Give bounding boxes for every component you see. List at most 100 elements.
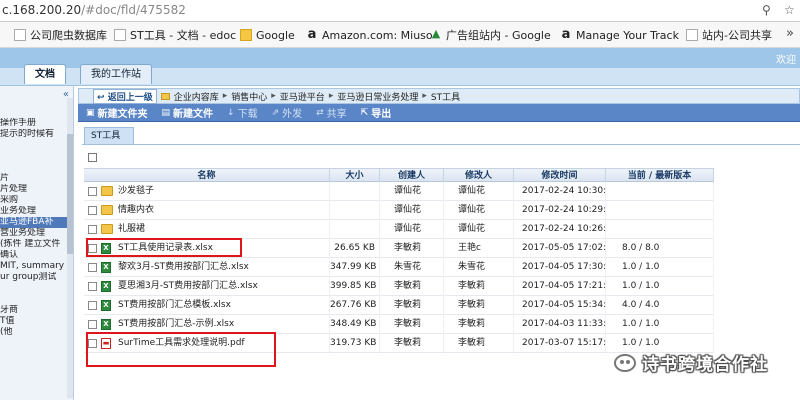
sidebar-item[interactable] xyxy=(0,294,70,305)
address-bar[interactable]: c.168.200.20/#doc/fld/475582 ⚲ ☆ xyxy=(0,0,800,22)
table-row[interactable]: 情趣内衣 谭仙花 谭仙花 2017-02-24 10:29:... xyxy=(84,201,714,220)
search-icon[interactable]: ⚲ xyxy=(762,3,771,17)
back-button[interactable]: ↩ 返回上一级 xyxy=(93,88,157,104)
share-label: 共享 xyxy=(326,109,347,120)
table-row[interactable]: 沙发毯子 谭仙花 谭仙花 2017-02-24 10:30:... xyxy=(84,182,714,201)
share-button[interactable]: ⇄ 共享 xyxy=(316,105,347,121)
file-version: 8.0 / 8.0 xyxy=(606,239,714,258)
folder-tab[interactable]: ST工具 xyxy=(84,127,134,144)
row-checkbox[interactable] xyxy=(88,187,97,196)
external-send-button[interactable]: ⇗ 外发 xyxy=(272,105,303,121)
sidebar-item[interactable]: T值 xyxy=(0,316,70,327)
row-checkbox[interactable] xyxy=(88,282,97,291)
sidebar-item[interactable]: 采购 xyxy=(0,195,70,206)
sidebar-item[interactable]: ur group测试 xyxy=(0,272,70,283)
sidebar-item[interactable]: 牙商 xyxy=(0,305,70,316)
tab-my-workstation[interactable]: 我的工作站 xyxy=(80,64,152,84)
sidebar-item[interactable]: 操作手册 xyxy=(0,118,70,129)
bookmark-star-icon[interactable]: ☆ xyxy=(784,3,795,17)
external-label: 外发 xyxy=(282,109,303,120)
breadcrumb-separator: ▸ xyxy=(422,91,427,101)
bookmark-label: 广告组站内 - Google xyxy=(446,29,551,42)
sidebar-item[interactable]: (他 xyxy=(0,327,70,338)
bookmark-label: Amazon.com: Miuso xyxy=(322,28,433,42)
file-name[interactable]: 夏思湘3月-ST费用按部门汇总.xlsx xyxy=(116,277,330,296)
breadcrumb: ↩ 返回上一级 企业内容库 ▸ 销售中心 ▸ 亚马逊平台 ▸ 亚马逊日常业务处理… xyxy=(78,88,800,104)
sidebar-item[interactable] xyxy=(0,140,70,151)
table-row[interactable]: 礼服裙 谭仙花 谭仙花 2017-02-24 10:26:... xyxy=(84,220,714,239)
column-header-mtime[interactable]: 修改时间 xyxy=(514,169,606,183)
file-version xyxy=(606,220,714,239)
row-checkbox[interactable] xyxy=(88,320,97,329)
share-icon: ⇄ xyxy=(316,107,324,118)
file-modified-time: 2017-04-03 11:33:27 xyxy=(514,315,606,334)
sidebar-item[interactable]: 片 xyxy=(0,173,70,184)
bookmark-item[interactable]: a Amazon.com: Miuso xyxy=(306,27,433,43)
table-row[interactable]: X 黎欢3月-ST费用按部门汇总.xlsx 347.99 KB 朱雪花 朱雪花 2017-… xyxy=(84,258,714,277)
scrollbar-thumb[interactable] xyxy=(67,134,73,254)
excel-file-icon: X xyxy=(101,262,111,273)
export-label: 导出 xyxy=(371,109,392,120)
file-name[interactable]: 情趣内衣 xyxy=(116,201,330,220)
select-all-checkbox[interactable] xyxy=(88,153,97,162)
sidebar-item[interactable] xyxy=(0,151,70,162)
column-header-creator[interactable]: 创建人 xyxy=(380,169,444,183)
page-icon xyxy=(686,29,698,41)
column-header-modifier[interactable]: 修改人 xyxy=(444,169,514,183)
bookmark-item[interactable]: a Manage Your Track xyxy=(560,27,679,43)
breadcrumb-item[interactable]: 销售中心 xyxy=(231,90,267,103)
export-button[interactable]: ⇱ 导出 xyxy=(361,105,392,121)
new-folder-button[interactable]: ▣ 新建文件夹 xyxy=(86,105,148,121)
breadcrumb-separator: ▸ xyxy=(222,91,228,101)
more-bookmarks-icon[interactable]: » xyxy=(786,26,794,41)
bookmark-item[interactable]: 站内-公司共享 xyxy=(686,27,772,43)
table-row[interactable]: X ST费用按部门汇总模板.xlsx 267.76 KB 李敏莉 李敏莉 2017-04-… xyxy=(84,296,714,315)
table-row[interactable]: X 夏思湘3月-ST费用按部门汇总.xlsx 399.85 KB 李敏莉 李敏莉 2017… xyxy=(84,277,714,296)
url-text[interactable]: c.168.200.20/#doc/fld/475582 xyxy=(2,3,186,17)
highlight-box xyxy=(86,238,242,257)
column-header-size[interactable]: 大小 xyxy=(330,169,380,183)
sidebar-item[interactable] xyxy=(0,162,70,173)
page-icon xyxy=(14,29,26,41)
file-name[interactable]: ST费用按部门汇总模板.xlsx xyxy=(116,296,330,315)
file-modified-time: 2017-04-05 17:21:... xyxy=(514,277,606,296)
download-button[interactable]: ↓ 下载 xyxy=(227,105,258,121)
sidebar-item[interactable]: MIT, summary xyxy=(0,261,70,272)
sidebar-item[interactable]: 片处理 xyxy=(0,184,70,195)
new-file-button[interactable]: ▤ 新建文件 xyxy=(162,105,214,121)
file-name[interactable]: 黎欢3月-ST费用按部门汇总.xlsx xyxy=(116,258,330,277)
amazon-icon: a xyxy=(561,27,571,42)
url-path: /#doc/fld/475582 xyxy=(81,3,186,17)
row-checkbox[interactable] xyxy=(88,263,97,272)
sidebar-item[interactable] xyxy=(0,283,70,294)
new-file-label: 新建文件 xyxy=(173,109,214,120)
toolbar: ▣ 新建文件夹 ▤ 新建文件 ↓ 下载 ⇗ 外发 ⇄ 共享 ⇱ 导出 xyxy=(78,104,800,122)
file-name[interactable]: 礼服裙 xyxy=(116,220,330,239)
breadcrumb-item-current[interactable]: ST工具 xyxy=(431,90,460,103)
row-checkbox[interactable] xyxy=(88,206,97,215)
bookmark-item[interactable]: 公司爬虫数据库 xyxy=(14,27,107,43)
sidebar-item[interactable]: 营业务处理 xyxy=(0,228,70,239)
sidebar-item[interactable]: (拣件 建立文件 xyxy=(0,239,70,250)
sidebar-item[interactable]: 业务处理 xyxy=(0,206,70,217)
file-name[interactable]: 沙发毯子 xyxy=(116,182,330,201)
breadcrumb-item[interactable]: 亚马逊平台 xyxy=(280,90,325,103)
row-checkbox[interactable] xyxy=(88,301,97,310)
column-header-version[interactable]: 当前 / 最新版本 xyxy=(606,169,714,183)
file-size: 399.85 KB xyxy=(330,277,380,296)
sidebar-scrollbar[interactable] xyxy=(67,98,73,398)
bookmark-item[interactable]: ▲ 广告组站内 - Google xyxy=(430,27,551,43)
sidebar-item[interactable]: 亚马逊FBA补 xyxy=(0,217,70,228)
tab-documents[interactable]: 文档 xyxy=(24,64,66,84)
bookmark-label: 公司爬虫数据库 xyxy=(30,29,107,42)
breadcrumb-item[interactable]: 亚马逊日常业务处理 xyxy=(337,90,418,103)
bookmark-item[interactable]: Google xyxy=(240,27,295,43)
bookmark-item[interactable]: ST工具 - 文档 - edoc xyxy=(114,27,236,43)
column-header-name[interactable]: 名称 xyxy=(84,169,330,183)
table-header: 名称 大小 创建人 修改人 修改时间 当前 / 最新版本 xyxy=(84,168,714,183)
sidebar-item[interactable]: 提示的时候有 xyxy=(0,129,70,140)
sidebar-item[interactable]: 确认 xyxy=(0,250,70,261)
row-checkbox[interactable] xyxy=(88,225,97,234)
file-modifier: 朱雪花 xyxy=(444,258,514,277)
breadcrumb-item[interactable]: 企业内容库 xyxy=(174,90,219,103)
